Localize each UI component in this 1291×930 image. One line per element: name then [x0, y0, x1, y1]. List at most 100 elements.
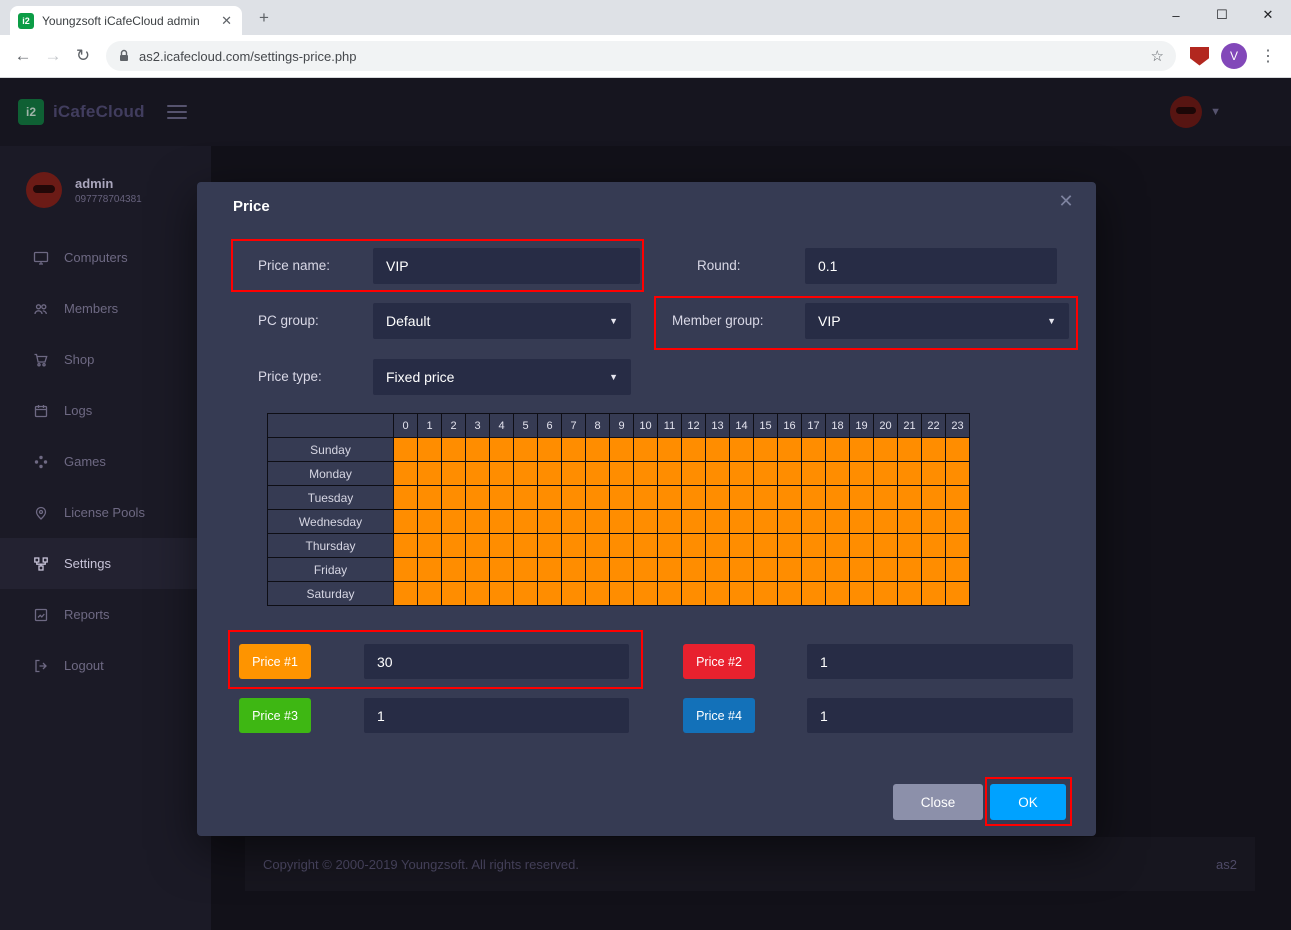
schedule-cell[interactable] [874, 510, 898, 534]
schedule-hour-header[interactable]: 19 [850, 414, 874, 438]
schedule-cell[interactable] [562, 510, 586, 534]
schedule-cell[interactable] [562, 582, 586, 606]
schedule-cell[interactable] [850, 510, 874, 534]
schedule-hour-header[interactable]: 16 [778, 414, 802, 438]
schedule-cell[interactable] [802, 462, 826, 486]
schedule-cell[interactable] [874, 534, 898, 558]
schedule-cell[interactable] [706, 438, 730, 462]
schedule-cell[interactable] [514, 582, 538, 606]
schedule-hour-header[interactable]: 6 [538, 414, 562, 438]
schedule-cell[interactable] [562, 438, 586, 462]
schedule-hour-header[interactable]: 7 [562, 414, 586, 438]
schedule-hour-header[interactable]: 17 [802, 414, 826, 438]
schedule-cell[interactable] [850, 438, 874, 462]
schedule-cell[interactable] [682, 558, 706, 582]
schedule-cell[interactable] [466, 438, 490, 462]
price4-button[interactable]: Price #4 [683, 698, 755, 733]
schedule-cell[interactable] [418, 558, 442, 582]
schedule-cell[interactable] [442, 462, 466, 486]
schedule-cell[interactable] [586, 462, 610, 486]
bookmark-star-icon[interactable]: ☆ [1151, 47, 1164, 65]
schedule-cell[interactable] [442, 534, 466, 558]
schedule-cell[interactable] [706, 486, 730, 510]
schedule-cell[interactable] [418, 486, 442, 510]
schedule-day-label[interactable]: Wednesday [268, 510, 394, 534]
schedule-cell[interactable] [850, 462, 874, 486]
schedule-cell[interactable] [922, 582, 946, 606]
schedule-cell[interactable] [490, 510, 514, 534]
schedule-cell[interactable] [922, 462, 946, 486]
schedule-cell[interactable] [874, 582, 898, 606]
schedule-day-label[interactable]: Friday [268, 558, 394, 582]
schedule-cell[interactable] [418, 510, 442, 534]
schedule-cell[interactable] [898, 510, 922, 534]
schedule-cell[interactable] [874, 438, 898, 462]
schedule-day-label[interactable]: Thursday [268, 534, 394, 558]
schedule-cell[interactable] [898, 558, 922, 582]
schedule-cell[interactable] [466, 558, 490, 582]
schedule-cell[interactable] [562, 462, 586, 486]
schedule-hour-header[interactable]: 2 [442, 414, 466, 438]
schedule-cell[interactable] [682, 582, 706, 606]
schedule-cell[interactable] [442, 438, 466, 462]
schedule-cell[interactable] [658, 510, 682, 534]
forward-button[interactable]: → [38, 41, 68, 71]
schedule-cell[interactable] [586, 582, 610, 606]
schedule-cell[interactable] [826, 582, 850, 606]
schedule-cell[interactable] [826, 462, 850, 486]
schedule-cell[interactable] [658, 582, 682, 606]
schedule-hour-header[interactable]: 12 [682, 414, 706, 438]
schedule-cell[interactable] [946, 558, 970, 582]
schedule-cell[interactable] [946, 510, 970, 534]
schedule-cell[interactable] [586, 534, 610, 558]
schedule-cell[interactable] [538, 582, 562, 606]
sidebar-item-logs[interactable]: Logs [0, 385, 211, 436]
schedule-cell[interactable] [730, 486, 754, 510]
schedule-cell[interactable] [802, 582, 826, 606]
schedule-cell[interactable] [898, 582, 922, 606]
schedule-cell[interactable] [826, 558, 850, 582]
schedule-cell[interactable] [562, 486, 586, 510]
schedule-cell[interactable] [538, 510, 562, 534]
schedule-cell[interactable] [562, 558, 586, 582]
schedule-hour-header[interactable]: 20 [874, 414, 898, 438]
schedule-cell[interactable] [538, 534, 562, 558]
schedule-hour-header[interactable]: 9 [610, 414, 634, 438]
schedule-cell[interactable] [466, 510, 490, 534]
schedule-cell[interactable] [922, 438, 946, 462]
schedule-cell[interactable] [394, 486, 418, 510]
schedule-cell[interactable] [682, 534, 706, 558]
pc-group-select[interactable]: Default ▼ [373, 303, 631, 339]
browser-menu-icon[interactable]: ⋮ [1253, 46, 1283, 66]
schedule-cell[interactable] [586, 438, 610, 462]
schedule-cell[interactable] [946, 438, 970, 462]
schedule-cell[interactable] [586, 510, 610, 534]
ok-button[interactable]: OK [990, 784, 1066, 820]
schedule-cell[interactable] [754, 582, 778, 606]
price3-button[interactable]: Price #3 [239, 698, 311, 733]
sidebar-item-shop[interactable]: Shop [0, 334, 211, 385]
schedule-cell[interactable] [778, 510, 802, 534]
schedule-cell[interactable] [514, 486, 538, 510]
schedule-cell[interactable] [778, 486, 802, 510]
schedule-cell[interactable] [490, 438, 514, 462]
sidebar-item-reports[interactable]: Reports [0, 589, 211, 640]
schedule-cell[interactable] [850, 582, 874, 606]
schedule-cell[interactable] [418, 534, 442, 558]
schedule-cell[interactable] [802, 558, 826, 582]
schedule-cell[interactable] [634, 534, 658, 558]
schedule-cell[interactable] [874, 462, 898, 486]
schedule-cell[interactable] [754, 462, 778, 486]
schedule-cell[interactable] [658, 486, 682, 510]
schedule-cell[interactable] [898, 534, 922, 558]
round-input[interactable] [805, 248, 1057, 284]
schedule-cell[interactable] [586, 558, 610, 582]
schedule-cell[interactable] [946, 534, 970, 558]
sidebar-item-games[interactable]: Games [0, 436, 211, 487]
schedule-cell[interactable] [946, 582, 970, 606]
schedule-cell[interactable] [634, 462, 658, 486]
window-maximize-button[interactable]: ☐ [1199, 0, 1245, 30]
schedule-cell[interactable] [706, 534, 730, 558]
schedule-cell[interactable] [802, 486, 826, 510]
chevron-down-icon[interactable]: ▼ [1210, 106, 1221, 118]
